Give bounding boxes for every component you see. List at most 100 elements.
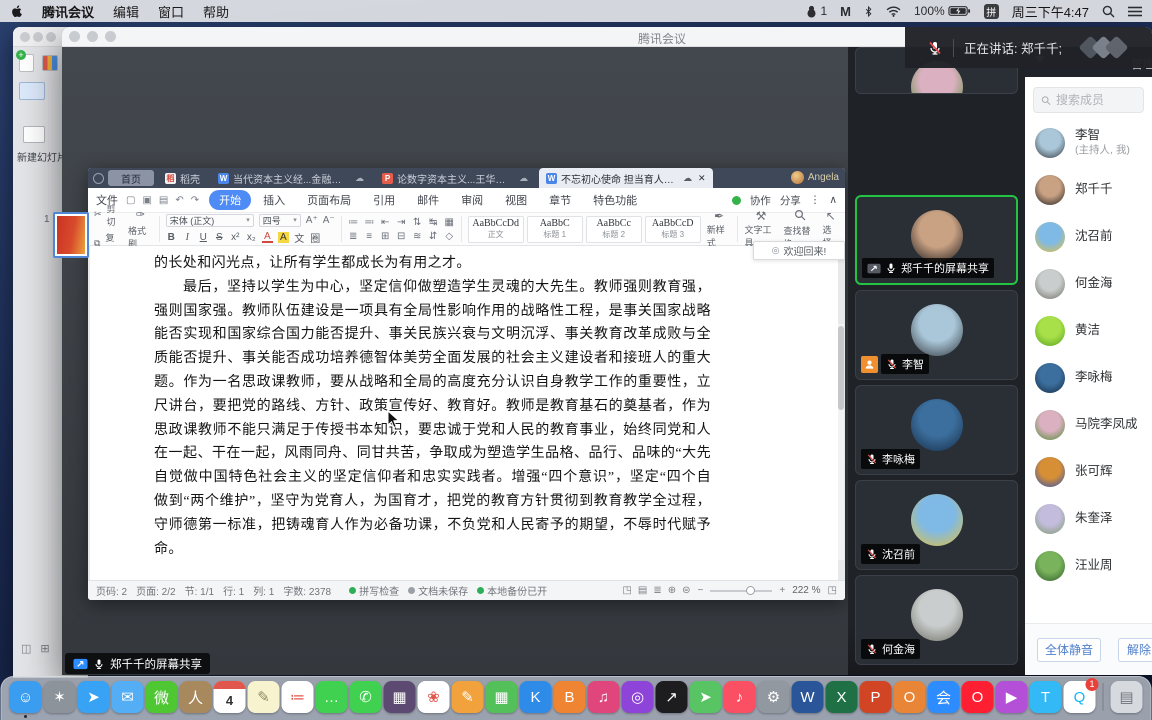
text-format-icon[interactable]: 文 [294, 230, 305, 245]
zoom-in-icon[interactable]: + [779, 585, 785, 596]
account-avatar[interactable] [791, 171, 804, 184]
fit-page-icon[interactable]: ◳ [828, 585, 837, 596]
apple-menu-icon[interactable] [10, 4, 23, 19]
dock-icon-office[interactable]: O [894, 681, 926, 713]
dock-icon-opera[interactable]: O [962, 681, 994, 713]
paragraph-format-icon[interactable]: ⊞ [380, 231, 391, 242]
unmute-all-button[interactable]: 解除 [1118, 638, 1152, 662]
paragraph-format-icon[interactable]: ≡ [364, 231, 375, 242]
new-slide-icon[interactable] [23, 126, 45, 143]
menu-item[interactable]: 窗口 [158, 2, 184, 21]
menu-item[interactable]: 帮助 [203, 2, 229, 21]
document-tab[interactable]: 首页 [108, 170, 154, 186]
dock-icon-word[interactable]: W [792, 681, 824, 713]
participant-row[interactable]: 郑千千 [1025, 166, 1152, 213]
close-window-icon[interactable] [69, 31, 80, 42]
participant-row[interactable]: 朱奎泽 [1025, 495, 1152, 542]
dock-icon-tencent-meeting[interactable]: 会 [928, 681, 960, 713]
dock-icon-excel[interactable]: X [826, 681, 858, 713]
view-mode-icon[interactable]: ◳ [622, 585, 631, 596]
view-mode-icon[interactable]: ≣ [653, 585, 661, 596]
cut-icon[interactable]: ✂ [94, 209, 102, 220]
account-name[interactable]: Angela [808, 172, 839, 183]
vertical-scrollbar[interactable] [838, 324, 844, 560]
new-document-icon[interactable] [19, 54, 34, 72]
dock-icon-finder[interactable]: ☺ [10, 681, 42, 713]
dock-icon-powerpoint[interactable]: P [860, 681, 892, 713]
paragraph-format-icon[interactable]: ⇅ [412, 217, 423, 228]
participant-row[interactable]: 沈召前 [1025, 213, 1152, 260]
ribbon-tab[interactable]: 开始 [209, 190, 251, 210]
text-format-icon[interactable]: A [262, 232, 273, 243]
dock-icon-contacts[interactable]: 人 [180, 681, 212, 713]
view-mode-icon[interactable]: ▤ [638, 585, 647, 596]
search-members-box[interactable] [1033, 87, 1144, 113]
global-menu-icon[interactable] [93, 173, 104, 184]
menu-item[interactable]: 编辑 [113, 2, 139, 21]
minimize-window-icon[interactable] [33, 32, 43, 42]
text-format-icon[interactable]: x₂ [246, 232, 257, 243]
participant-row[interactable]: 李智 (主持人, 我) [1025, 119, 1152, 166]
quick-access-icon[interactable]: ↶ [175, 195, 183, 206]
paragraph-format-icon[interactable]: ◇ [444, 231, 455, 242]
collab-button[interactable]: 协作 [750, 193, 771, 208]
paragraph-format-icon[interactable]: ≋ [412, 231, 423, 242]
status-check[interactable]: 本地备份已开 [477, 583, 547, 598]
ribbon-tab[interactable]: 视图 [495, 190, 537, 210]
ribbon-tab[interactable]: 特色功能 [583, 190, 647, 210]
dock-icon-notes[interactable]: ✎ [248, 681, 280, 713]
view-mode-icon[interactable]: ⊞ [40, 642, 49, 655]
wifi-icon[interactable] [886, 6, 901, 17]
zoom-window-icon[interactable] [105, 31, 116, 42]
ribbon-tab[interactable]: 章节 [539, 190, 581, 210]
dock-icon-facetime[interactable]: ✆ [350, 681, 382, 713]
paragraph-format-icon[interactable]: ⇵ [428, 231, 439, 242]
video-thumbnail[interactable]: 郑千千的屏幕共享 [855, 195, 1018, 285]
input-method-icon[interactable]: 拼 [984, 4, 999, 19]
ribbon-tab[interactable]: 审阅 [451, 190, 493, 210]
participant-row[interactable]: 张可辉 [1025, 448, 1152, 495]
paragraph-format-icon[interactable]: ↹ [428, 217, 439, 228]
more-menu-icon[interactable]: ⋮ [810, 194, 821, 206]
dock-icon-tim[interactable]: T [1030, 681, 1062, 713]
ribbon-tab[interactable]: 插入 [253, 190, 295, 210]
style-gallery-item[interactable]: AaBbCc 标题 2 [586, 216, 642, 243]
mail-app-status-icon[interactable]: M [840, 4, 851, 19]
collapse-ribbon-icon[interactable]: ∧ [829, 194, 837, 206]
view-mode-icon[interactable]: ⊜ [682, 585, 690, 596]
dock-icon-safari[interactable]: ➤ [78, 681, 110, 713]
text-format-icon[interactable]: A [278, 232, 289, 243]
spotlight-search-icon[interactable] [1102, 5, 1115, 18]
dock-icon-settings[interactable]: ⚙ [758, 681, 790, 713]
zoom-level[interactable]: 222 % [792, 585, 820, 596]
document-tab[interactable]: 稻 稻壳 [158, 170, 207, 186]
text-format-icon[interactable]: U [198, 232, 209, 243]
bluetooth-icon[interactable] [864, 5, 873, 18]
new-tab-button[interactable]: + [626, 170, 645, 184]
dock-icon-stocks[interactable]: ↗ [656, 681, 688, 713]
zoom-slider-knob[interactable] [746, 586, 755, 595]
slide-preview[interactable] [53, 212, 89, 258]
slide-thumbnail[interactable]: 1 [44, 212, 89, 258]
participant-row[interactable]: 马院李凤成 [1025, 401, 1152, 448]
dock-icon-numbers[interactable]: ▦ [486, 681, 518, 713]
font-name-select[interactable]: 宋体 (正文)▾ [166, 214, 254, 227]
share-button[interactable]: 分享 [780, 193, 801, 208]
view-mode-icon[interactable]: ⊕ [668, 585, 676, 596]
dock-icon-maps[interactable]: ➤ [690, 681, 722, 713]
style-gallery-item[interactable]: AaBbC 标题 1 [527, 216, 583, 243]
video-thumbnail[interactable]: 李智 [855, 290, 1018, 380]
menu-clock[interactable]: 周三下午4:47 [1012, 2, 1089, 21]
ribbon-tab[interactable]: 引用 [363, 190, 405, 210]
mute-all-button[interactable]: 全体静音 [1037, 638, 1101, 662]
style-gallery-item[interactable]: AaBbCcDd 正文 [468, 216, 524, 243]
paragraph-format-icon[interactable]: ⊟ [396, 231, 407, 242]
search-members-input[interactable] [1056, 93, 1136, 107]
participant-row[interactable]: 何金海 [1025, 260, 1152, 307]
status-check[interactable]: 拼写检查 [349, 583, 399, 598]
dock-icon-photos[interactable]: ❀ [418, 681, 450, 713]
increase-font-icon[interactable]: A⁺ [306, 215, 318, 226]
text-format-icon[interactable]: S [214, 232, 225, 243]
dock-icon-keynote[interactable]: K [520, 681, 552, 713]
zoom-slider[interactable] [710, 590, 772, 592]
